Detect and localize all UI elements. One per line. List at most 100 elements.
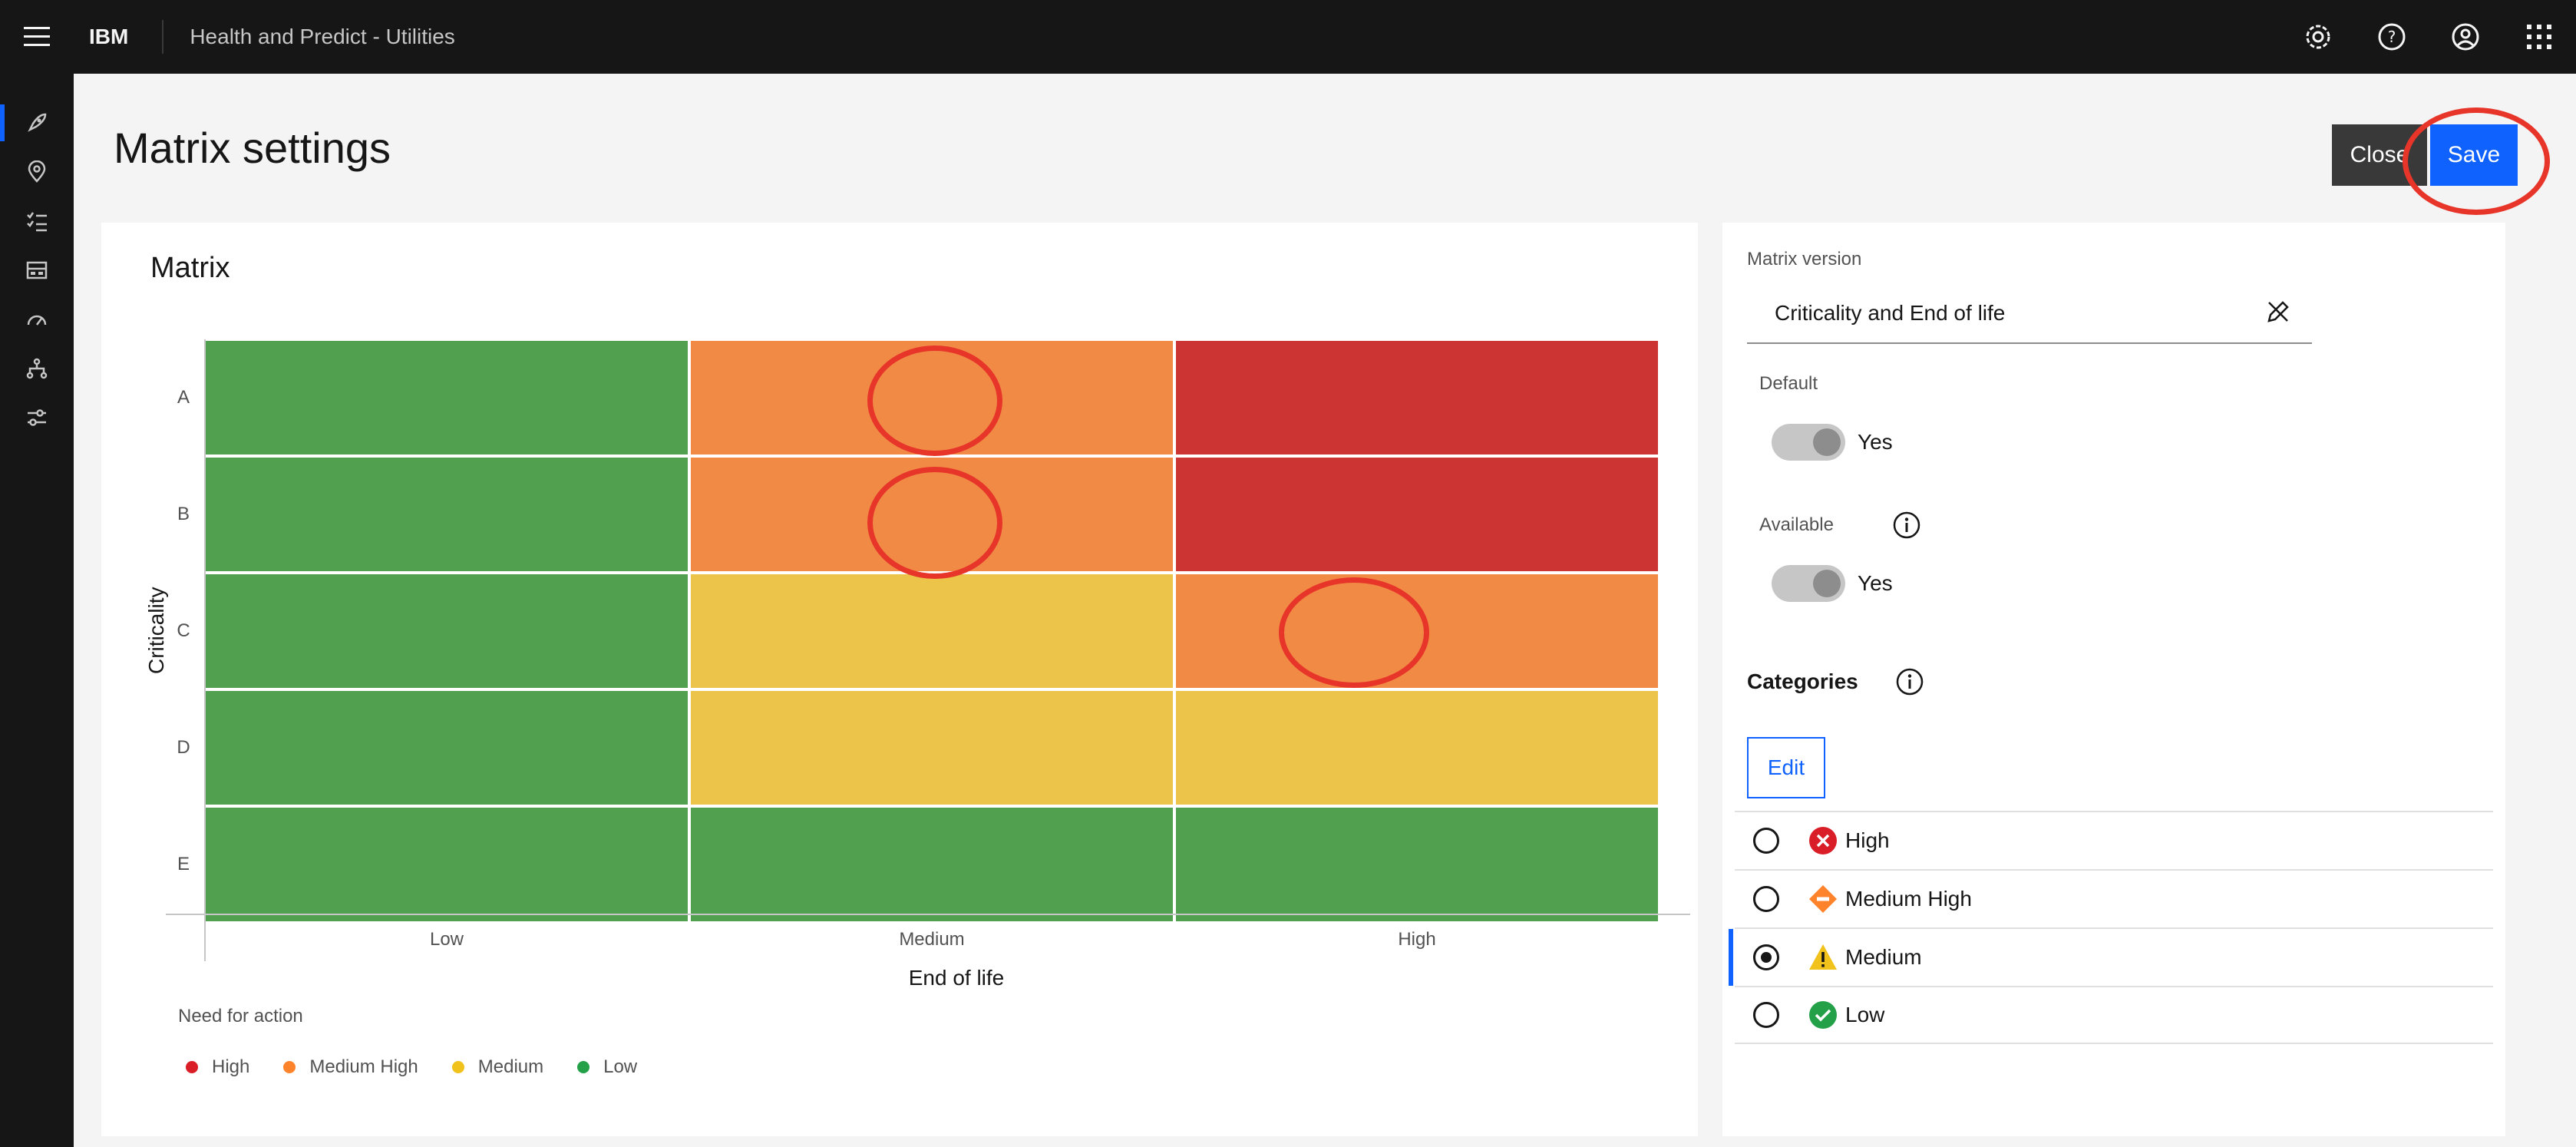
default-toggle[interactable] (1772, 424, 1845, 461)
legend-dot (451, 1061, 464, 1073)
user-icon (2452, 23, 2479, 51)
default-label: Default (1759, 373, 1818, 394)
matrix-cell[interactable] (691, 808, 1173, 921)
matrix-panel-title: Matrix (150, 252, 230, 284)
edit-categories-button[interactable]: Edit (1747, 737, 1825, 798)
available-toggle-text: Yes (1858, 571, 1893, 595)
gauge-icon (27, 315, 47, 326)
default-toggle-text: Yes (1858, 430, 1893, 454)
rail-item-locations[interactable] (0, 147, 74, 197)
help-button[interactable]: ? (2355, 0, 2429, 74)
radio-button[interactable] (1753, 1002, 1779, 1028)
category-row-high[interactable]: High (1735, 811, 2493, 869)
rail-item-tasks[interactable] (0, 197, 74, 246)
app-switcher-icon (2527, 25, 2551, 49)
info-icon[interactable] (1891, 510, 1922, 544)
radio-button[interactable] (1753, 886, 1779, 912)
matrix-cell[interactable] (206, 808, 688, 921)
category-row-low[interactable]: Low (1735, 986, 2493, 1044)
legend-item-high: High (186, 1056, 249, 1078)
rail-item-dashboard[interactable] (0, 246, 74, 295)
rail-item-health[interactable] (0, 295, 74, 344)
column-label: Medium (899, 929, 965, 950)
legend-label: High (212, 1056, 250, 1077)
y-axis-title: Criticality (144, 587, 168, 674)
category-label: Low (1845, 1003, 1885, 1026)
category-label: Medium High (1845, 887, 1972, 911)
settings-icon (2306, 25, 2330, 49)
menu-icon (24, 27, 50, 46)
top-header: IBM Health and Predict - Utilities ? (0, 0, 2576, 74)
available-toggle[interactable] (1772, 565, 1845, 602)
settings-panel: Matrix version Criticality and End of li… (1722, 223, 2505, 1136)
dashboard-icon (26, 261, 48, 279)
matrix-cell[interactable] (1176, 808, 1658, 921)
matrix-version-value: Criticality and End of life (1775, 301, 2006, 325)
matrix-cell[interactable] (1176, 341, 1658, 455)
legend-title: Need for action (178, 1006, 303, 1026)
warning-triangle-icon (1808, 943, 1838, 972)
row-label: B (177, 504, 190, 524)
matrix-version-label: Matrix version (1747, 249, 1862, 269)
category-row-medium[interactable]: Medium (1729, 927, 2493, 986)
cell-annotation-circle (867, 467, 1002, 579)
user-button[interactable] (2429, 0, 2502, 74)
legend-label: Low (603, 1056, 638, 1077)
radio-button-checked[interactable] (1753, 944, 1779, 970)
rail-item-settings[interactable] (0, 393, 74, 442)
legend-label: Medium High (309, 1056, 418, 1077)
warning-diamond-icon (1808, 884, 1838, 914)
legend-item-medium: Medium (451, 1056, 544, 1078)
header-divider (162, 20, 164, 54)
matrix-cell[interactable] (691, 691, 1173, 805)
cell-annotation-circle (1279, 577, 1429, 688)
toggle-knob (1813, 428, 1841, 456)
row-label: D (177, 737, 190, 758)
checkmark-icon (1808, 1000, 1838, 1030)
column-label: Low (429, 929, 464, 950)
legend-dot (577, 1061, 590, 1073)
hierarchy-icon (26, 358, 48, 379)
column-label: High (1398, 929, 1436, 950)
info-icon[interactable] (1894, 666, 1925, 701)
x-axis-line (166, 914, 1690, 915)
checklist-icon (27, 212, 47, 232)
category-label: High (1845, 828, 1890, 852)
matrix-cell[interactable] (206, 458, 688, 571)
page-title: Matrix settings (114, 124, 391, 172)
matrix-version-input[interactable]: Criticality and End of life (1747, 279, 2312, 344)
settings-button[interactable] (2281, 0, 2355, 74)
app-title[interactable]: Health and Predict - Utilities (190, 25, 454, 49)
cell-annotation-circle (867, 345, 1002, 456)
legend: High Medium High Medium Low (186, 1056, 671, 1078)
matrix-cell[interactable] (206, 341, 688, 455)
y-axis-line (204, 339, 206, 961)
matrix-cell[interactable] (206, 574, 688, 688)
row-label: E (177, 854, 190, 874)
category-row-medium-high[interactable]: Medium High (1735, 869, 2493, 927)
row-label: C (177, 620, 190, 641)
categories-list: High Medium High Medium Low (1729, 811, 2493, 1044)
matrix-cell[interactable] (206, 691, 688, 805)
matrix-cell[interactable] (691, 574, 1173, 688)
matrix-cell[interactable] (1176, 691, 1658, 805)
legend-dot (186, 1061, 198, 1073)
x-axis-title: End of life (908, 966, 1005, 990)
help-icon: ? (2378, 23, 2406, 51)
save-annotation-circle (2403, 107, 2550, 215)
categories-heading: Categories (1747, 669, 1858, 693)
svg-text:?: ? (2388, 28, 2396, 46)
row-label: A (177, 387, 190, 408)
toggle-knob (1813, 570, 1841, 597)
rail-item-overview[interactable] (0, 98, 74, 147)
edit-pencil-icon[interactable] (2263, 296, 2294, 331)
app-switcher-button[interactable] (2502, 0, 2576, 74)
rail-item-hierarchy[interactable] (0, 344, 74, 393)
legend-item-medium-high: Medium High (283, 1056, 418, 1078)
menu-button[interactable] (0, 0, 74, 74)
radio-button[interactable] (1753, 828, 1779, 854)
brand-name[interactable]: IBM (89, 25, 128, 49)
matrix-cell[interactable] (1176, 458, 1658, 571)
legend-label: Medium (477, 1056, 544, 1077)
legend-item-low: Low (577, 1056, 637, 1078)
